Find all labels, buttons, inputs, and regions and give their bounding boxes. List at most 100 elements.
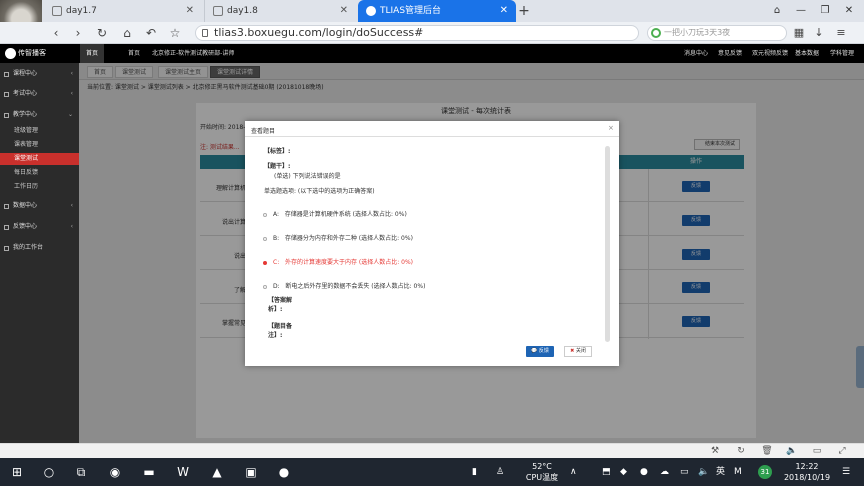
address-input[interactable]: tlias3.boxuegu.com/login/doSuccess# xyxy=(195,25,639,41)
minimize-icon[interactable]: — xyxy=(790,2,812,20)
option-b[interactable]: B: 存储器分为内存和外存二种 (选择人数占比: 0%) xyxy=(263,233,413,242)
terminal-icon[interactable]: ▣ xyxy=(240,461,262,483)
brand-logo: 传智播客 xyxy=(2,44,78,63)
sidebar-group-data[interactable]: 数据中心 ‹ xyxy=(0,199,79,213)
sidebar-item-daily-feedback[interactable]: 每日反馈 xyxy=(0,167,79,179)
close-tab-icon[interactable]: ✕ xyxy=(500,0,508,22)
folder-icon xyxy=(4,225,9,230)
person-icon[interactable]: ♙ xyxy=(496,458,504,486)
star-icon[interactable]: ☆ xyxy=(165,22,185,44)
cloud-icon[interactable]: ☁ xyxy=(660,458,669,486)
tray-app-icon[interactable]: ⬒ xyxy=(602,458,611,486)
home-icon[interactable]: ⌂ xyxy=(117,22,137,44)
sidebar-item-classes[interactable]: 班级管理 xyxy=(0,125,79,137)
close-tab-icon[interactable]: ✕ xyxy=(186,0,194,22)
file-explorer-icon[interactable]: ▬ xyxy=(138,461,160,483)
tray-app-icon[interactable]: ● xyxy=(640,458,648,486)
search-input[interactable]: 一把小刀玩3天3夜 xyxy=(647,25,787,41)
tab-title: TLIAS管理后台 xyxy=(380,6,442,16)
app-icon[interactable]: ● xyxy=(273,461,295,483)
search-engine-icon xyxy=(651,28,661,38)
back-icon[interactable]: ‹ xyxy=(46,22,66,44)
undo-icon[interactable]: ↶ xyxy=(141,22,161,44)
nav-org[interactable]: 北京修正-软件测试教研部-讲师 xyxy=(152,44,234,63)
zoom-icon[interactable]: ⤢ xyxy=(835,444,849,458)
action-center-icon[interactable]: ☰ xyxy=(842,458,850,486)
menu-icon[interactable]: ≡ xyxy=(832,24,850,42)
system-clock[interactable]: 12:22 2018/10/19 xyxy=(782,461,832,483)
radio-icon xyxy=(263,212,267,217)
tool-icon[interactable]: ⚒ xyxy=(708,444,722,458)
clipboard-icon[interactable]: ▭ xyxy=(810,444,824,458)
app-m-icon[interactable]: M xyxy=(734,458,742,486)
forward-icon[interactable]: › xyxy=(68,22,88,44)
speaker-icon[interactable]: 🔈 xyxy=(785,444,799,458)
modal-feedback-button[interactable]: 💬 反馈 xyxy=(526,346,554,357)
folder-icon xyxy=(4,204,9,209)
photos-icon[interactable]: ▲ xyxy=(206,461,228,483)
tray-expand-icon[interactable]: ∧ xyxy=(570,458,577,486)
refresh-icon[interactable]: ↻ xyxy=(734,444,748,458)
restore-icon[interactable]: ❐ xyxy=(814,2,836,20)
stem-text: (单选) 下列说法错误的是 xyxy=(274,173,341,180)
folder-icon xyxy=(4,72,9,77)
option-c-correct[interactable]: C: 外存的计算速度要大于内存 (选择人数占比: 0%) xyxy=(263,257,413,266)
tray-app-icon[interactable]: ◆ xyxy=(620,458,627,486)
nav-home[interactable]: 首页 xyxy=(80,44,104,63)
modal-close-button[interactable]: ✖ 关闭 xyxy=(564,346,592,357)
reload-icon[interactable]: ↻ xyxy=(92,22,112,44)
volume-icon[interactable]: 🔈 xyxy=(698,458,709,486)
sidebar-group-exams[interactable]: 考试中心 ‹ xyxy=(0,87,79,101)
site-icon xyxy=(366,6,376,16)
sidebar-group-teaching[interactable]: 教学中心 ⌄ xyxy=(0,108,79,122)
chevron-down-icon: ⌄ xyxy=(67,111,73,118)
option-d[interactable]: D: 断电之后外存里的数据不会丢失 (选择人数占比: 0%) xyxy=(263,281,425,290)
option-a[interactable]: A: 存储器是计算机硬件系统 (选择人数占比: 0%) xyxy=(263,209,407,218)
browser-app-icon[interactable]: ◉ xyxy=(104,461,126,483)
url-text: tlias3.boxuegu.com/login/doSuccess# xyxy=(214,26,424,39)
shirt-icon[interactable]: ⌂ xyxy=(766,2,788,20)
option-text: 存储器分为内存和外存二种 (选择人数占比: 0%) xyxy=(284,235,413,242)
logo-mark-icon xyxy=(5,48,16,59)
side-widget[interactable] xyxy=(856,346,864,388)
option-key: B xyxy=(273,235,278,242)
nav-subject-manage[interactable]: 学科管理 xyxy=(830,44,854,63)
search-placeholder: 一把小刀玩3天3夜 xyxy=(664,28,731,37)
modal-title: 查看题目 xyxy=(251,128,276,135)
close-icon[interactable]: × xyxy=(608,124,614,132)
network-icon[interactable]: ▭ xyxy=(680,458,689,486)
sidebar-item-schedule[interactable]: 课表管理 xyxy=(0,139,79,151)
nav-basic-data[interactable]: 基本数据 xyxy=(795,44,819,63)
nav-feedback[interactable]: 意见反馈 xyxy=(718,44,742,63)
task-view-icon[interactable]: ⧉ xyxy=(70,461,92,483)
tag-label: 【标签】: xyxy=(264,148,291,155)
radio-checked-icon xyxy=(263,260,267,265)
trash-icon[interactable]: 🗑 xyxy=(760,444,774,458)
browser-tab-2[interactable]: day1.8 ✕ xyxy=(204,0,356,22)
chevron-icon: ‹ xyxy=(70,223,73,230)
folder-icon xyxy=(4,92,9,97)
modal-scrollbar[interactable] xyxy=(605,146,610,342)
sidebar-item-calendar[interactable]: 工作日历 xyxy=(0,181,79,193)
battery-icon[interactable]: ▮ xyxy=(472,458,477,486)
sidebar-group-workbench[interactable]: 我的工作台 xyxy=(0,241,79,255)
sidebar-item-class-test[interactable]: 课堂测试 xyxy=(0,153,79,165)
download-icon[interactable]: ↓ xyxy=(810,24,828,42)
new-tab-button[interactable]: + xyxy=(517,0,531,22)
windows-start-icon[interactable]: ⊞ xyxy=(6,461,28,483)
sidebar-group-courses[interactable]: 课程中心 ‹ xyxy=(0,67,79,81)
extension-icon[interactable]: ▦ xyxy=(790,24,808,42)
close-window-icon[interactable]: ✕ xyxy=(838,2,860,20)
browser-tab-1[interactable]: day1.7 ✕ xyxy=(44,0,202,22)
nav-home-text[interactable]: 首页 xyxy=(128,44,140,63)
browser-tab-active[interactable]: TLIAS管理后台 ✕ xyxy=(358,0,516,22)
sidebar-group-feedback[interactable]: 反馈中心 ‹ xyxy=(0,220,79,234)
radio-icon xyxy=(263,236,267,241)
nav-message-center[interactable]: 消息中心 xyxy=(684,44,708,63)
ime-indicator[interactable]: 英 xyxy=(716,458,725,486)
wps-icon[interactable]: W xyxy=(172,461,194,483)
close-tab-icon[interactable]: ✕ xyxy=(340,0,348,22)
nav-video-feedback[interactable]: 双元视频反馈 xyxy=(752,44,788,63)
cortana-icon[interactable]: ○ xyxy=(38,461,60,483)
notification-badge[interactable]: 31 xyxy=(758,465,772,479)
